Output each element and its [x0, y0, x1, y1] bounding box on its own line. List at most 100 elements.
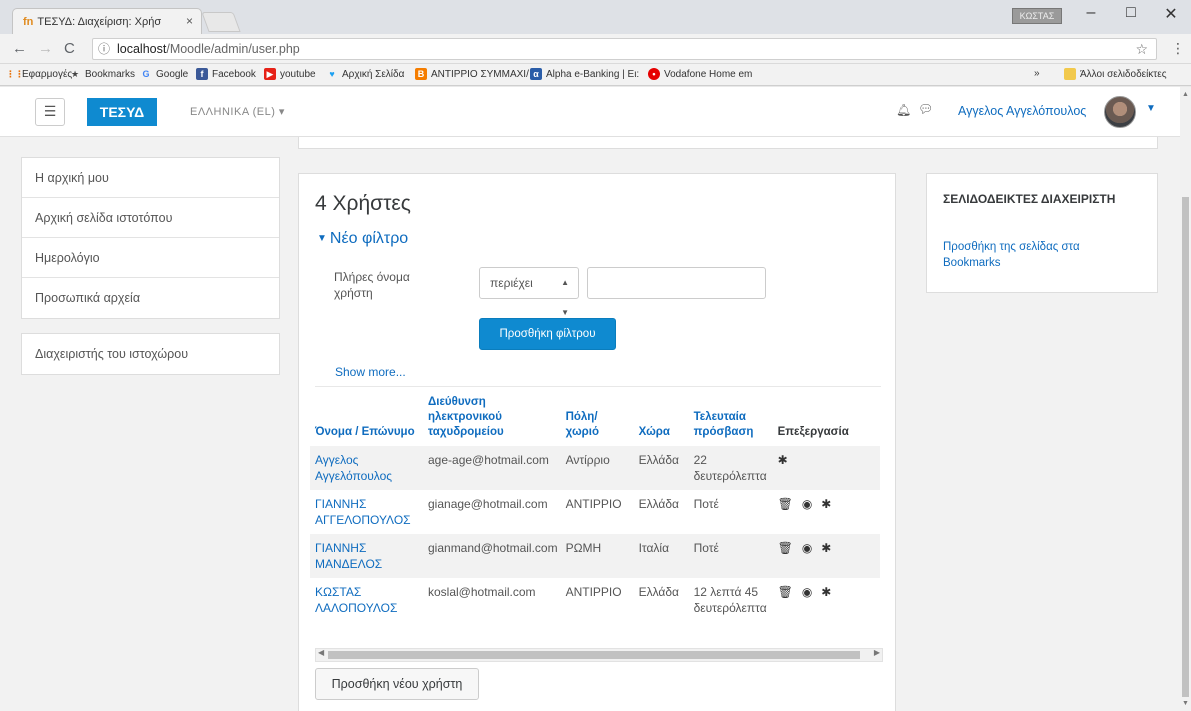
- new-filter-toggle[interactable]: ▼ Νέο φίλτρο: [317, 230, 408, 248]
- collapse-triangle-icon: ▼: [317, 233, 327, 244]
- bookmark-alpha-bank[interactable]: α Alpha e-Banking | Ει:: [530, 68, 639, 80]
- browser-tab[interactable]: fn ΤΕΣΥΔ: Διαχείριση: Χρήσ ×: [12, 8, 202, 34]
- show-more-link[interactable]: Show more...: [335, 365, 406, 379]
- nav-item-site-administration[interactable]: Διαχειριστής του ιστοχώρου: [22, 334, 279, 374]
- gear-icon[interactable]: ✱: [778, 452, 788, 468]
- scrollbar-thumb[interactable]: [1182, 197, 1189, 697]
- nav-item-calendar[interactable]: Ημερολόγιο: [22, 238, 279, 278]
- gear-icon[interactable]: ✱: [821, 540, 831, 556]
- gear-icon[interactable]: ✱: [821, 584, 831, 600]
- bookmark-google[interactable]: G Google: [140, 68, 188, 80]
- user-name-link[interactable]: ΓΙΑΝΝΗΣ ΑΓΓΕΛΟΠΟΥΛΟΣ: [310, 490, 423, 534]
- scroll-down-arrow-icon[interactable]: ▼: [1182, 700, 1189, 707]
- browser-menu-icon[interactable]: ⋮: [1171, 40, 1185, 57]
- filter-field-label: Πλήρες όνομα χρήστη: [334, 270, 410, 300]
- page-vertical-scrollbar[interactable]: ▲ ▼: [1180, 87, 1191, 711]
- header-email[interactable]: Διεύθυνση ηλεκτρονικού ταχυδρομείου: [423, 391, 561, 446]
- user-email: gianage@hotmail.com: [428, 497, 548, 511]
- close-window-button[interactable]: ✕: [1156, 4, 1186, 24]
- eye-icon[interactable]: ◉: [802, 584, 812, 600]
- scroll-left-arrow-icon[interactable]: ◀: [318, 648, 324, 657]
- folder-icon: [1064, 68, 1076, 80]
- scroll-right-arrow-icon[interactable]: ▶: [874, 648, 880, 657]
- star-icon: ★: [70, 69, 80, 79]
- vodafone-icon: •: [648, 68, 660, 80]
- table-header-row: Όνομα / Επώνυμο Διεύθυνση ηλεκτρονικού τ…: [310, 391, 880, 446]
- site-navbar: ☰ ΤΕΣΥΔ ΕΛΛΗΝΙΚΑ (EL) ▾ 🔔︎ 💬︎ Αγγελος Αγ…: [0, 87, 1191, 137]
- scrollbar-thumb[interactable]: [328, 651, 860, 659]
- filter-value-input[interactable]: [587, 267, 766, 299]
- user-last-access: 22 δευτερόλεπτα: [688, 446, 773, 490]
- url-path: /Moodle/admin/user.php: [166, 42, 300, 56]
- trash-icon[interactable]: 🗑︎: [778, 496, 793, 512]
- bookmark-antirrio[interactable]: B ΑΝΤΙΡΡΙΟ ΣΥΜΜΑΧΙ/: [415, 68, 529, 80]
- user-last-access: Ποτέ: [693, 497, 719, 511]
- eye-icon[interactable]: ◉: [802, 496, 812, 512]
- filter-operator-select[interactable]: περιέχει ▲ ▼: [479, 267, 579, 317]
- user-country: Ελλάδα: [633, 446, 689, 490]
- divider: [315, 386, 881, 387]
- forward-arrow-icon[interactable]: →: [38, 40, 53, 57]
- user-name-link[interactable]: ΓΙΑΝΝΗΣ ΜΑΝΔΕΛΟΣ: [310, 534, 423, 578]
- facebook-icon: f: [196, 68, 208, 80]
- header-country[interactable]: Χώρα: [634, 391, 689, 446]
- nav-item-dashboard[interactable]: Η αρχική μου: [22, 158, 279, 198]
- page-body: Η αρχική μου Αρχική σελίδα ιστοτόπου Ημε…: [0, 137, 1180, 711]
- back-arrow-icon[interactable]: ←: [12, 40, 27, 57]
- youtube-icon: ▶: [264, 68, 276, 80]
- add-user-button[interactable]: Προσθήκη νέου χρήστη: [315, 668, 479, 700]
- blogger-icon: B: [415, 68, 427, 80]
- bookmark-vodafone[interactable]: • Vodafone Home em: [648, 68, 752, 80]
- language-menu[interactable]: ΕΛΛΗΝΙΚΑ (EL) ▾: [190, 105, 285, 118]
- notifications-bell-icon[interactable]: 🔔︎: [896, 103, 911, 117]
- trash-icon[interactable]: 🗑︎: [778, 584, 793, 600]
- eye-icon[interactable]: ◉: [802, 540, 812, 556]
- nav-item-site-home[interactable]: Αρχική σελίδα ιστοτόπου: [22, 198, 279, 238]
- site-brand[interactable]: ΤΕΣΥΔ: [87, 98, 157, 126]
- maximize-button[interactable]: □: [1116, 4, 1146, 22]
- address-bar-row: ← → C ⓘ localhost/Moodle/admin/user.php …: [0, 34, 1191, 64]
- chevron-down-icon[interactable]: ▼: [1146, 103, 1156, 114]
- page-title: 4 Χρήστες: [315, 192, 411, 215]
- table-row: Αγγελος Αγγελόπουλος age-age@hotmail.com…: [310, 446, 880, 490]
- tab-close-icon[interactable]: ×: [186, 14, 193, 28]
- filter-operator-value: περιέχει: [490, 276, 533, 290]
- menu-toggle-button[interactable]: ☰: [35, 98, 65, 126]
- user-city: Αντίρριο: [560, 446, 634, 490]
- table-horizontal-scrollbar[interactable]: ◀ ▶: [315, 648, 883, 662]
- gear-icon[interactable]: ✱: [821, 496, 831, 512]
- header-last-access[interactable]: Τελευταία πρόσβαση: [689, 391, 773, 446]
- user-name-link[interactable]: ΚΩΣΤΑΣ ΛΑΛΟΠΟΥΛΟΣ: [310, 578, 423, 622]
- bookmarks-overflow-button[interactable]: »: [1034, 68, 1040, 79]
- admin-bookmarks-block: ΣΕΛΙΔΟΔΕΙΚΤΕΣ ΔΙΑΧΕΙΡΙΣΤΗ Προσθήκη της σ…: [926, 173, 1158, 293]
- header-city[interactable]: Πόλη/ χωριό: [561, 391, 634, 446]
- url-host: localhost: [117, 42, 167, 56]
- reload-icon[interactable]: C: [64, 40, 75, 57]
- nav-item-private-files[interactable]: Προσωπικά αρχεία: [22, 278, 279, 318]
- window-profile-badge[interactable]: ΚΩΣΤΑΣ: [1012, 8, 1062, 24]
- twitter-icon: ♥: [329, 69, 335, 79]
- user-menu-name[interactable]: Αγγελος Αγγελόπουλος: [958, 104, 1086, 118]
- bookmark-facebook[interactable]: f Facebook: [196, 68, 256, 80]
- add-filter-button[interactable]: Προσθήκη φίλτρου: [479, 318, 616, 350]
- trash-icon[interactable]: 🗑︎: [778, 540, 793, 556]
- minimize-button[interactable]: –: [1076, 4, 1106, 22]
- url-input[interactable]: ⓘ localhost/Moodle/admin/user.php ☆: [92, 38, 1157, 60]
- scroll-up-arrow-icon[interactable]: ▲: [1182, 91, 1189, 98]
- other-bookmarks-folder[interactable]: Άλλοι σελιδοδείκτες: [1064, 68, 1167, 80]
- bookmark-star-icon[interactable]: ☆: [1135, 39, 1148, 59]
- user-name-link[interactable]: Αγγελος Αγγελόπουλος: [310, 446, 423, 490]
- bookmarks-bar: ⋮⋮ Εφαρμογές ★ Bookmarks G Google f Facebook…: [0, 64, 1191, 86]
- new-tab-button[interactable]: [201, 12, 241, 32]
- bookmark-apps[interactable]: ⋮⋮ Εφαρμογές: [6, 68, 72, 80]
- site-info-icon[interactable]: ⓘ: [98, 39, 110, 59]
- header-name[interactable]: Όνομα / Επώνυμο: [310, 391, 423, 446]
- bookmark-bookmarks[interactable]: ★ Bookmarks: [69, 68, 135, 80]
- avatar[interactable]: [1104, 96, 1136, 128]
- bookmark-home-page[interactable]: ♥ Αρχική Σελίδα: [326, 68, 404, 80]
- bookmark-page-link[interactable]: Προσθήκη της σελίδας στα Bookmarks: [943, 239, 1133, 271]
- table-row: ΓΙΑΝΝΗΣ ΜΑΝΔΕΛΟΣ gianmand@hotmail.com ΡΩ…: [310, 534, 880, 578]
- bookmark-youtube[interactable]: ▶ youtube: [264, 68, 316, 80]
- messages-icon[interactable]: 💬︎: [918, 102, 933, 116]
- table-row: ΓΙΑΝΝΗΣ ΑΓΓΕΛΟΠΟΥΛΟΣ gianage@hotmail.com…: [310, 490, 880, 534]
